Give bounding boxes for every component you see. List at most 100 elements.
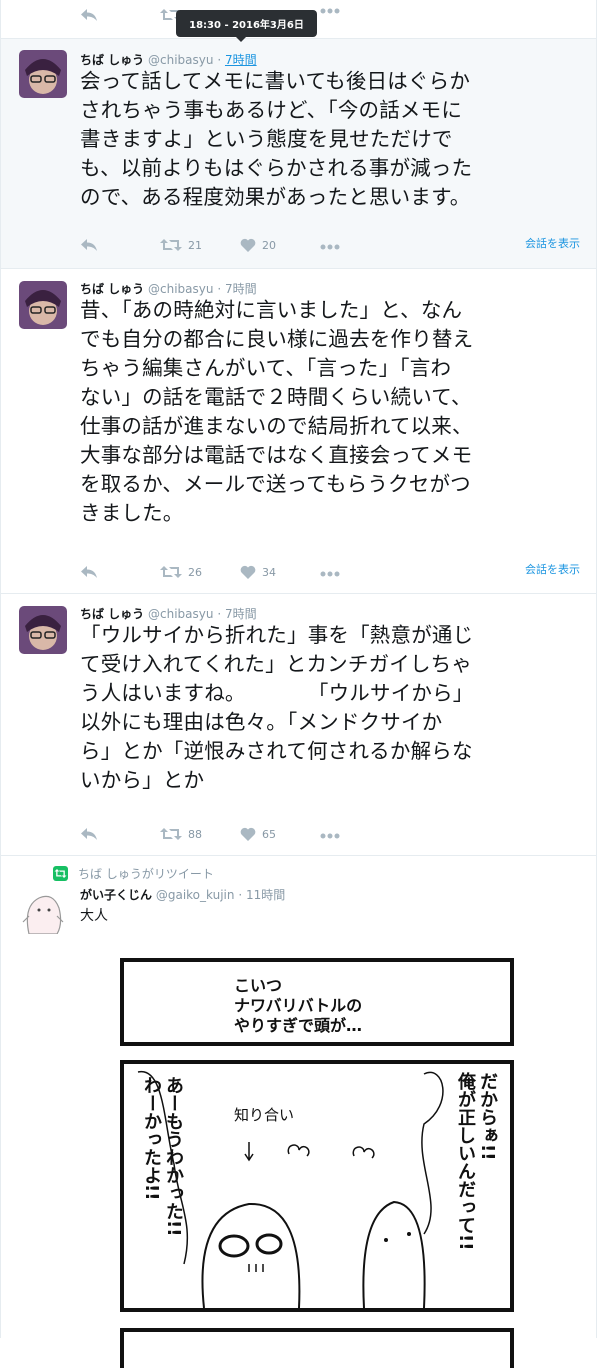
separator-dot: · — [238, 888, 243, 902]
like-count: 34 — [262, 565, 276, 579]
tweet-header: ちば しゅう @chibasyu · 7時間 — [80, 605, 257, 622]
user-handle[interactable]: @gaiko_kujin — [156, 888, 235, 902]
tweet-text: 大人 — [80, 908, 108, 924]
timestamp-tooltip: 18:30 - 2016年3月6日 — [176, 10, 317, 42]
tweet-timestamp[interactable]: 7時間 — [225, 607, 257, 621]
retweet-count: 21 — [188, 238, 202, 252]
user-name[interactable]: ちば しゅう — [80, 282, 144, 296]
retweet-context-label[interactable]: ちば しゅうがリツイート — [78, 865, 214, 882]
reply-button[interactable] — [80, 827, 98, 841]
retweet-button[interactable]: 21 — [160, 238, 202, 252]
show-conversation-link[interactable]: 会話を表示 — [525, 561, 580, 577]
separator-dot: · — [217, 53, 222, 67]
tweet-text-line: 仕事の話が進まないので結局折れて以来、 — [80, 414, 473, 438]
tweet-text-line: 書きますよ」という態度を見せただけで — [80, 127, 453, 151]
tweet-text: 「ウルサイから折れた」事を「熱意が通じ て受け入れてくれた」とカンチガイしちゃ … — [80, 621, 580, 795]
tweet-header: ちば しゅう @chibasyu · 7時間 — [80, 51, 257, 68]
avatar[interactable] — [19, 606, 67, 654]
more-button[interactable] — [320, 8, 340, 14]
more-button[interactable] — [320, 244, 340, 250]
tweet-text-line: されちゃう事もあるけど、「今の話メモに — [80, 98, 463, 122]
reply-icon — [81, 566, 97, 578]
tweet-timestamp[interactable]: 11時間 — [246, 888, 285, 902]
like-count: 65 — [262, 827, 276, 841]
tweet-text-line: 昔、「あの時絶対に言いました」と、なん — [80, 298, 463, 322]
tweet-text-line: いから」とか — [80, 768, 205, 792]
left-speech-col-2: わーかったよ!! — [141, 1076, 162, 1201]
retweeted-tweet[interactable]: ちば しゅうがリツイート がい子くじん @gaiko_kujin · 11時間 … — [0, 856, 598, 1368]
tweet-actions: 26 34 — [80, 565, 380, 583]
panel-2-label: 知り合い — [234, 1106, 295, 1124]
tweet-text-line: ちゃう編集さんがいて、「言った」「言わ — [80, 356, 452, 380]
comic-image[interactable]: こいつ ナワバリバトルの やりすぎで頭が… 知り合い あーもうわかった!! わー… — [1, 936, 598, 1368]
avatar[interactable] — [19, 886, 67, 934]
heart-icon — [240, 565, 256, 579]
like-button[interactable]: 20 — [240, 238, 276, 252]
heart-icon — [240, 827, 256, 841]
like-button[interactable]: 34 — [240, 565, 276, 579]
retweet-button[interactable]: 26 — [160, 565, 202, 579]
retweet-badge-icon — [53, 866, 68, 881]
tweet-text-line: ら」とか「逆恨みされて何されるか解らな — [80, 739, 473, 763]
comic-panel-1: こいつ ナワバリバトルの やりすぎで頭が… — [120, 958, 514, 1046]
reply-button[interactable] — [80, 238, 98, 252]
tweet-text-line: 以外にも理由は色々。「メンドクサイか — [80, 710, 443, 734]
tweet-text-line: て受け入れてくれた」とカンチガイしちゃ — [80, 652, 473, 676]
user-name[interactable]: がい子くじん — [80, 888, 152, 902]
more-button[interactable] — [320, 833, 340, 839]
right-speech-col-1: だからぁ!! — [477, 1072, 498, 1161]
tweet-timestamp[interactable]: 7時間 — [225, 53, 257, 67]
left-speech-col-1: あーもうわかった!! — [163, 1076, 184, 1237]
panel-1-line: やりすぎで頭が… — [234, 1016, 363, 1035]
more-icon — [320, 833, 340, 839]
tweet-1[interactable]: ちば しゅう @chibasyu · 7時間 会って話してメモに書いても後日はぐ… — [0, 39, 597, 269]
more-icon — [320, 244, 340, 250]
panel-1-line: こいつ — [234, 976, 283, 995]
tweet-text-line: を取るか、メールで送ってもらうクセがつ — [80, 472, 471, 496]
tweet-text-line: きました。 — [80, 501, 184, 525]
user-name[interactable]: ちば しゅう — [80, 53, 144, 67]
tweet-actions: 21 20 — [80, 238, 380, 256]
tweet-header: ちば しゅう @chibasyu · 7時間 — [80, 280, 257, 297]
avatar[interactable] — [19, 281, 67, 329]
reply-icon — [81, 828, 97, 840]
tweet-timestamp[interactable]: 7時間 — [225, 282, 257, 296]
user-name[interactable]: ちば しゅう — [80, 607, 144, 621]
reply-icon — [81, 239, 97, 251]
reply-icon — [81, 9, 97, 21]
separator-dot: · — [217, 282, 222, 296]
retweet-button[interactable]: 88 — [160, 827, 202, 841]
tweet-2[interactable]: ちば しゅう @chibasyu · 7時間 昔、「あの時絶対に言いました」と、… — [0, 269, 597, 594]
retweet-icon — [160, 566, 182, 578]
avatar[interactable] — [19, 50, 67, 98]
tweet-3[interactable]: ちば しゅう @chibasyu · 7時間 「ウルサイから折れた」事を「熱意が… — [0, 594, 597, 856]
user-handle[interactable]: @chibasyu — [148, 282, 213, 296]
show-conversation-link[interactable]: 会話を表示 — [525, 235, 580, 251]
tweet-text-line: 「ウルサイから折れた」事を「熱意が通じ — [80, 623, 474, 647]
like-button[interactable]: 65 — [240, 827, 276, 841]
heart-icon — [240, 238, 256, 252]
retweet-count: 26 — [188, 565, 202, 579]
tweet-text-line: ので、ある程度効果があったと思います。 — [80, 185, 471, 209]
tweet-text-line: ない」の話を電話で２時間くらい続いて、 — [80, 385, 472, 409]
panel-1-text: こいつ ナワバリバトルの やりすぎで頭が… — [234, 976, 362, 1036]
user-handle[interactable]: @chibasyu — [148, 53, 213, 67]
reply-button[interactable] — [80, 565, 98, 579]
comic-panel-3 — [120, 1328, 514, 1368]
like-count: 20 — [262, 238, 276, 252]
tweet-actions: 88 65 — [80, 827, 380, 845]
panel-1-line: ナワバリバトルの — [234, 996, 363, 1015]
retweet-count: 88 — [188, 827, 202, 841]
tweet-text-line: 会って話してメモに書いても後日はぐらか — [80, 69, 471, 93]
right-speech-col-2: 俺が正しいんだって!! — [455, 1072, 476, 1251]
more-icon — [320, 8, 340, 14]
tweet-text-line: でも自分の都合に良い様に過去を作り替え — [80, 327, 474, 351]
reply-button[interactable] — [80, 8, 98, 22]
user-handle[interactable]: @chibasyu — [148, 607, 213, 621]
tweet-text: 会って話してメモに書いても後日はぐらか されちゃう事もあるけど、「今の話メモに … — [80, 67, 580, 212]
comic-panel-2: 知り合い あーもうわかった!! わーかったよ!! だからぁ!! 俺が正しいんだっ… — [120, 1060, 514, 1312]
retweet-icon — [160, 828, 182, 840]
separator-dot: · — [217, 607, 222, 621]
retweet-icon — [160, 239, 182, 251]
more-button[interactable] — [320, 571, 340, 577]
